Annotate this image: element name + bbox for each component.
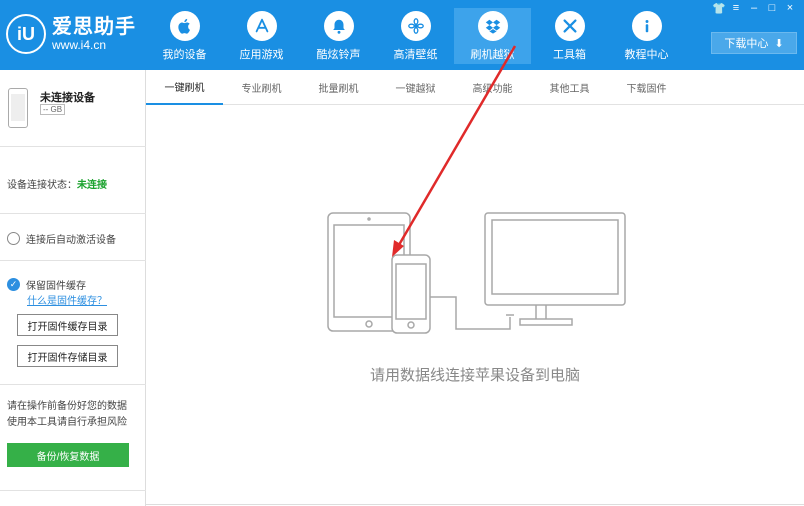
annotation-arrow [392, 45, 517, 257]
